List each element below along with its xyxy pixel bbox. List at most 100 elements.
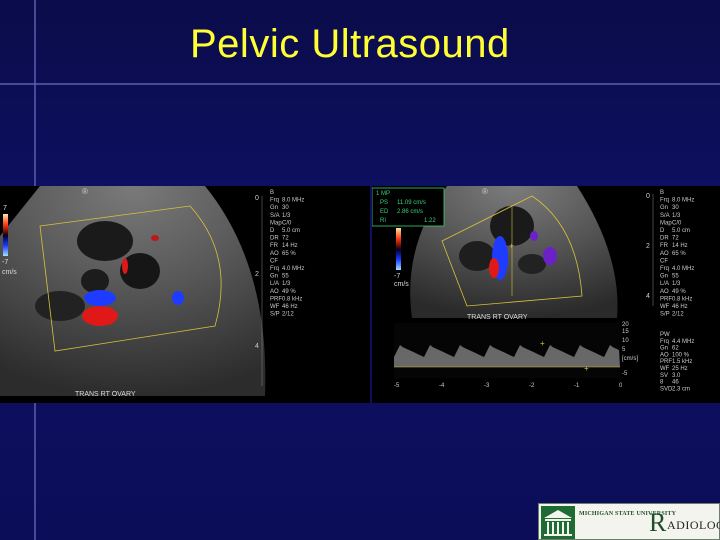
left-doppler-blue-flow <box>172 291 184 305</box>
param-label: AO <box>660 289 669 295</box>
param-value: 49 % <box>672 289 686 295</box>
param-label: L/A <box>660 281 669 287</box>
param-label: PRF <box>270 296 282 302</box>
pw-param-label: WF <box>660 366 670 372</box>
param-label: PRF <box>660 296 672 302</box>
param-label: Gn <box>660 205 668 211</box>
param-label: Gn <box>660 274 668 280</box>
left-ultrasound-image: 7 -7 cm/s ® 0 2 4 TRANS RT OVARY B Frq 8.0… <box>0 186 370 403</box>
right-meas-value: 2.86 cm/s <box>397 209 423 215</box>
right-param-list: BFrq 8.0 MHzGn 30S/A 1/3Map C/0D 5.0 cmDR 72FR… <box>660 190 694 318</box>
param-value: 0.8 kHz <box>672 296 692 302</box>
right-spectral-scale: 2015 10 5 [cm/s] -5 <box>622 322 638 377</box>
left-doppler-blue-flow <box>84 290 116 306</box>
param-label: AO <box>270 251 279 257</box>
left-depth-mark: 2 <box>255 271 259 278</box>
spectral-time-label: -4 <box>439 383 445 389</box>
pw-param-label: PRF <box>660 359 672 365</box>
right-scale-bottom: -7 <box>394 273 400 280</box>
param-value: 65 % <box>282 251 296 257</box>
left-sector-scan <box>0 186 266 396</box>
param-label: Map <box>270 220 282 226</box>
building-icon <box>541 506 575 539</box>
param-label: DR <box>270 236 279 242</box>
left-cyst <box>77 221 133 261</box>
spectral-time-label: 0 <box>619 383 623 389</box>
left-scale-top: 7 <box>3 205 7 212</box>
pw-param-label: AO <box>660 352 669 358</box>
param-value: 30 <box>282 205 289 211</box>
right-doppler-purple-flow <box>530 231 538 241</box>
right-meas-label: RI <box>380 218 386 224</box>
param-value: 0.8 kHz <box>282 296 302 302</box>
param-value: 14 Hz <box>282 243 298 249</box>
param-label: Map <box>660 220 672 226</box>
left-cyst <box>35 291 85 321</box>
spectral-scale-label: 20 <box>622 322 629 328</box>
param-label: S/A <box>660 213 670 219</box>
pw-param-label: Gn <box>660 346 668 352</box>
param-value: C/0 <box>672 220 682 226</box>
param-value: 1/3 <box>672 213 681 219</box>
param-label: DR <box>660 236 669 242</box>
param-value: 46 Hz <box>282 304 298 310</box>
param-value: 14 Hz <box>672 243 688 249</box>
right-depth-mark: 0 <box>646 193 650 200</box>
pw-param-value: 100 % <box>672 352 690 358</box>
param-value: 1/3 <box>282 281 291 287</box>
spectral-scale-label: [cm/s] <box>622 356 638 362</box>
param-value: 72 <box>672 236 679 242</box>
param-value: C/0 <box>282 220 292 226</box>
right-spectral-marker: + <box>540 339 545 348</box>
param-label: FR <box>660 243 669 249</box>
spectral-time-label: -1 <box>574 383 580 389</box>
param-value: 4.0 MHz <box>672 266 694 272</box>
param-label: Frq <box>660 198 669 204</box>
param-label: L/A <box>270 281 279 287</box>
param-value: 65 % <box>672 251 686 257</box>
right-cyst <box>518 254 546 274</box>
right-doppler-purple-flow <box>543 247 557 265</box>
param-label: B <box>660 190 664 196</box>
right-orientation-marker: ® <box>482 187 488 196</box>
left-caption: TRANS RT OVARY <box>75 391 136 398</box>
param-label: WF <box>660 304 670 310</box>
pw-param-value: 4.4 MHz <box>672 339 694 345</box>
spectral-time-label: -2 <box>529 383 535 389</box>
right-ultrasound-image: + 7 -7 cm/s 1 MP PS 11.09 cm/s ED 2.86 c… <box>372 186 720 403</box>
param-value: 8.0 MHz <box>282 198 304 204</box>
msu-radiology-logo: MICHIGAN STATE UNIVERSITY R ADIOLOGY <box>538 503 720 540</box>
param-value: 2/12 <box>672 312 684 318</box>
pw-param-value: 46 <box>672 380 679 386</box>
right-sample-gate-marker: + <box>509 241 514 251</box>
pw-param-value: 1.5 kHz <box>672 359 692 365</box>
param-value: 55 <box>672 274 679 280</box>
right-meas-label: ED <box>380 209 389 215</box>
param-value: 30 <box>672 205 679 211</box>
pw-param-label: SV <box>660 373 668 379</box>
param-value: 4.0 MHz <box>282 266 304 272</box>
right-meas-label: PS <box>380 200 388 206</box>
param-value: 1/3 <box>672 281 681 287</box>
spectral-time-label: -3 <box>484 383 490 389</box>
param-label: AO <box>660 251 669 257</box>
param-label: Frq <box>270 266 279 272</box>
left-param-list: BFrq 8.0 MHzGn 30S/A 1/3Map C/0D 5.0 cmDR 72FR… <box>270 190 304 318</box>
param-label: Frq <box>660 266 669 272</box>
param-label: D <box>270 228 275 234</box>
left-ultrasound-svg: 7 -7 cm/s ® 0 2 4 TRANS RT OVARY BFrq 8.0… <box>0 186 304 398</box>
param-label: D <box>660 228 665 234</box>
spectral-scale-label: 15 <box>622 329 629 335</box>
param-label: CF <box>660 258 668 264</box>
right-meas-value: 11.09 cm/s <box>397 200 426 206</box>
spectral-scale-label: 10 <box>622 338 629 344</box>
right-depth-mark: 2 <box>646 243 650 250</box>
right-ultrasound-svg: + 7 -7 cm/s 1 MP PS 11.09 cm/s ED 2.86 c… <box>372 186 694 392</box>
left-scale-bottom: -7 <box>2 259 8 266</box>
right-pw-param-list: PWFrq 4.4 MHz Gn 62AO 100 %PRF 1.5 kHzWF 25 Hz… <box>660 332 694 392</box>
param-value: 46 Hz <box>672 304 688 310</box>
param-value: 72 <box>282 236 289 242</box>
pw-param-value: 62 <box>672 346 679 352</box>
param-label: S/P <box>270 312 280 318</box>
param-label: B <box>270 190 274 196</box>
